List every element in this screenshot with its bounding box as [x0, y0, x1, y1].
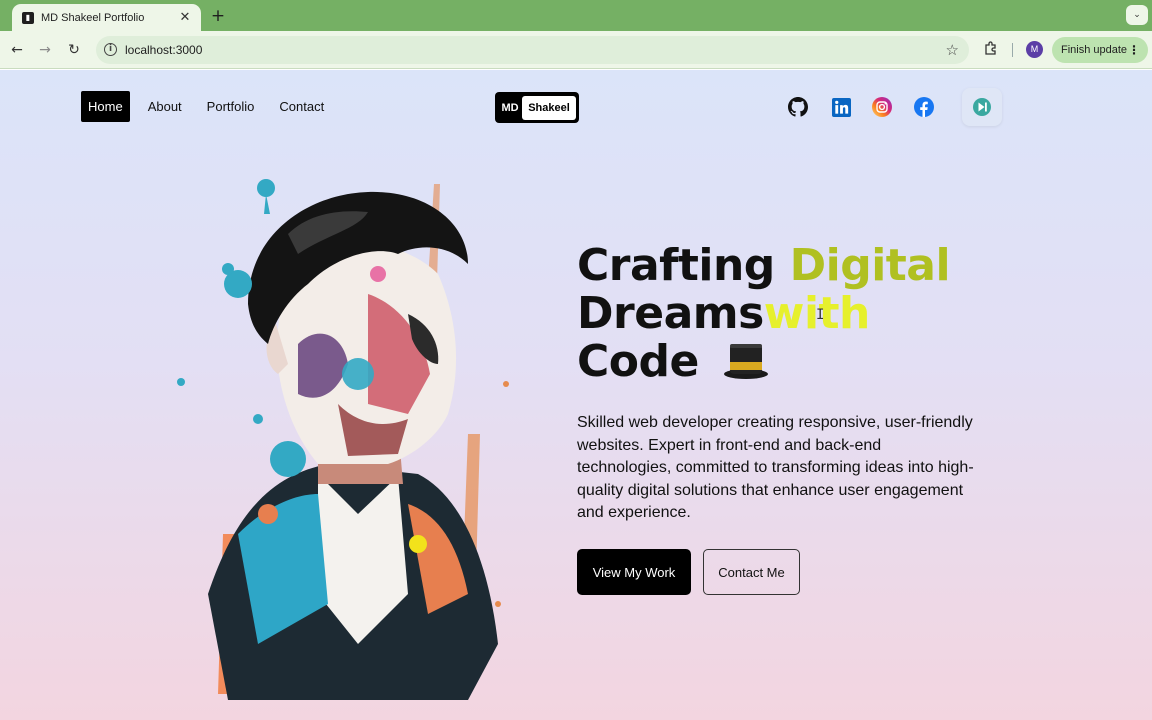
extensions-icon[interactable] [982, 40, 1000, 58]
favicon-icon: ▮ [22, 11, 34, 24]
view-my-work-button[interactable]: View My Work [577, 549, 691, 595]
hero-portrait-image [168, 174, 548, 700]
instagram-icon[interactable] [872, 97, 892, 117]
page-viewport: Home About Portfolio Contact MD Shakeel [0, 70, 1152, 720]
headline-line-3: Code [577, 338, 950, 390]
linkedin-icon[interactable] [831, 97, 851, 117]
browser-toolbar: ← → ↻ i localhost:3000 ☆ M Finish update… [0, 31, 1152, 69]
tab-search-button[interactable]: ⌄ [1126, 5, 1148, 25]
site-info-icon[interactable]: i [104, 43, 117, 56]
finish-update-label: Finish update [1061, 44, 1128, 56]
github-icon[interactable] [788, 97, 808, 117]
forward-button[interactable]: → [35, 40, 55, 60]
new-tab-button[interactable]: + [208, 6, 228, 26]
hero-description: Skilled web developer creating responsiv… [577, 414, 974, 522]
back-button[interactable]: ← [7, 40, 27, 60]
browser-tab-strip: ▮ MD Shakeel Portfolio ✕ + ⌄ [0, 0, 1152, 31]
headline-line-1: Crafting Digital [577, 240, 951, 291]
profile-avatar[interactable]: M [1026, 41, 1043, 58]
logo-initials: MD [501, 101, 519, 114]
logo-name: Shakeel [522, 95, 576, 120]
headline-word-code: Code [577, 336, 699, 387]
headline-word-dreams: Dreams [577, 288, 764, 339]
top-hat-icon [722, 340, 770, 390]
headline-word-crafting: Crafting [577, 240, 775, 291]
skip-forward-button[interactable] [962, 88, 1002, 126]
skip-forward-icon [973, 98, 991, 116]
hero-headline: Crafting Digital Dreamswith Code [577, 240, 951, 390]
finish-update-button[interactable]: Finish update ⋮ [1052, 37, 1148, 63]
nav-portfolio[interactable]: Portfolio [200, 91, 262, 122]
site-nav: Home About Portfolio Contact [81, 91, 342, 122]
bookmark-star-icon[interactable]: ☆ [946, 41, 959, 59]
url-text[interactable]: localhost:3000 [125, 43, 202, 57]
site-logo[interactable]: MD Shakeel [495, 92, 579, 123]
facebook-icon[interactable] [914, 97, 934, 117]
contact-me-button[interactable]: Contact Me [703, 549, 800, 595]
nav-contact[interactable]: Contact [272, 91, 331, 122]
nav-about[interactable]: About [141, 91, 189, 122]
tab-title: MD Shakeel Portfolio [41, 11, 145, 24]
menu-dots-icon: ⋮ [1128, 43, 1140, 57]
close-tab-icon[interactable]: ✕ [177, 10, 193, 25]
address-bar[interactable]: i localhost:3000 ☆ [96, 36, 969, 64]
headline-line-2: Dreamswith [577, 290, 950, 338]
text-cursor-icon: I [816, 307, 825, 323]
headline-word-digital: Digital [789, 240, 951, 291]
nav-home[interactable]: Home [81, 91, 130, 122]
toolbar-separator [1012, 43, 1013, 57]
reload-button[interactable]: ↻ [64, 40, 84, 60]
browser-tab[interactable]: ▮ MD Shakeel Portfolio ✕ [12, 4, 201, 31]
